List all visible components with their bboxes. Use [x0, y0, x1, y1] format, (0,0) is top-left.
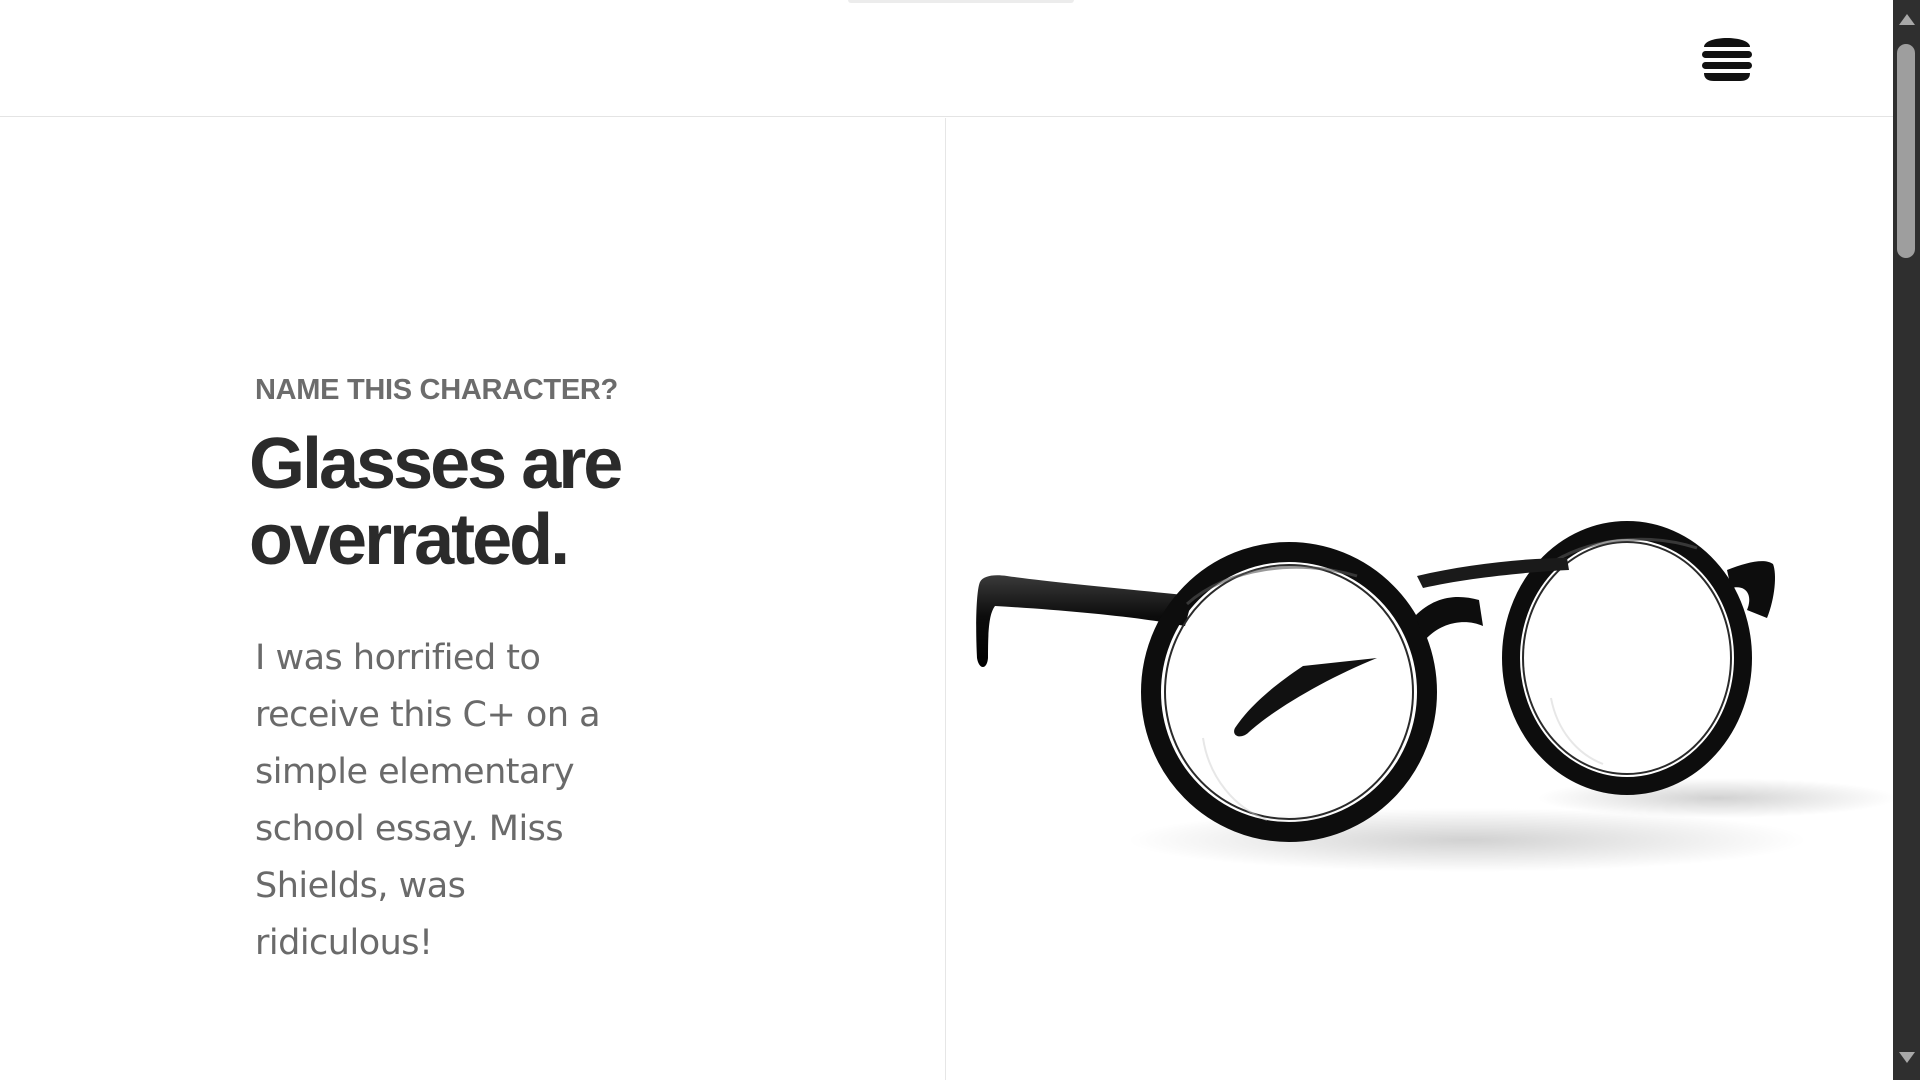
hero-eyebrow: NAME THIS CHARACTER? — [255, 374, 618, 406]
glasses-image — [976, 521, 1893, 872]
hamburger-menu-icon — [1702, 38, 1752, 81]
vertical-scrollbar[interactable] — [1893, 0, 1920, 1080]
hero-image — [947, 118, 1893, 1080]
scroll-down-arrow-icon[interactable] — [1899, 1052, 1915, 1063]
menu-button[interactable] — [1698, 28, 1756, 86]
top-tab-indicator — [848, 0, 1074, 3]
site-header — [0, 0, 1893, 117]
hero-headline: Glasses are overrated. — [249, 424, 623, 580]
hero-body-text: I was horrified to receive this C+ on a … — [255, 638, 601, 963]
scrollbar-thumb[interactable] — [1897, 44, 1915, 258]
scroll-up-arrow-icon[interactable] — [1899, 14, 1915, 25]
